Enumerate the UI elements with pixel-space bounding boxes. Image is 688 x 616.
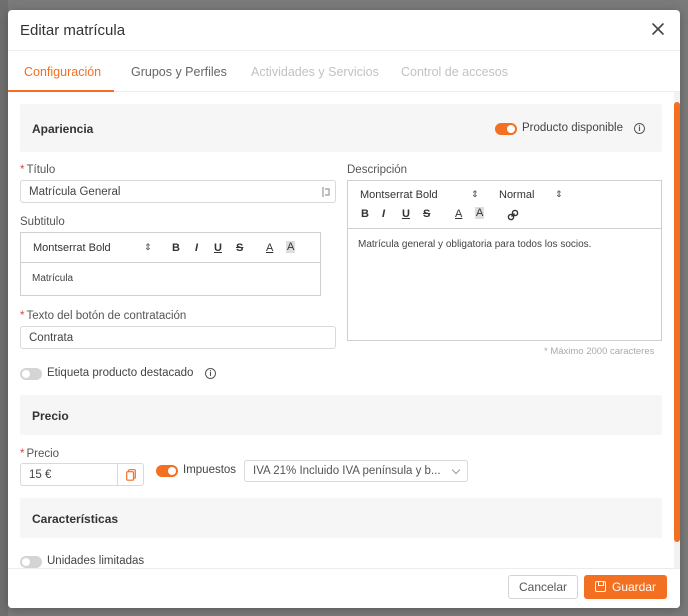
strikethrough-button[interactable]: S	[423, 208, 430, 220]
save-button-label: Guardar	[612, 580, 657, 594]
underline-button[interactable]: U	[214, 242, 222, 254]
modal-header: Editar matrícula	[8, 10, 680, 51]
close-icon[interactable]	[650, 21, 666, 37]
bold-button[interactable]: B	[172, 242, 180, 254]
descripcion-toolbar: Montserrat Bold ⇕ Normal ⇕ B I U S A A	[348, 181, 661, 229]
info-icon[interactable]: i	[205, 368, 216, 379]
info-icon[interactable]: i	[634, 123, 645, 134]
subtitulo-content[interactable]: Matrícula	[32, 273, 73, 284]
italic-button[interactable]: I	[382, 208, 385, 220]
precio-value: 15 €	[29, 469, 52, 481]
titulo-value: Matrícula General	[29, 186, 121, 198]
translate-icon[interactable]	[322, 185, 330, 197]
etiqueta-destacado-label: Etiqueta producto destacado	[47, 367, 194, 379]
precio-copy-button[interactable]	[117, 463, 144, 486]
descripcion-font-chevron-icon[interactable]: ⇕	[471, 189, 479, 200]
precio-label-text: Precio	[26, 448, 60, 460]
tab-actividades-servicios[interactable]: Actividades y Servicios	[251, 65, 379, 79]
boton-contratacion-label-text: Texto del botón de contratación	[26, 310, 187, 322]
titulo-input[interactable]: Matrícula General	[20, 180, 336, 203]
descripcion-font-select[interactable]: Montserrat Bold	[360, 189, 438, 201]
cancel-button[interactable]: Cancelar	[508, 575, 578, 599]
impuestos-toggle[interactable]	[156, 465, 178, 477]
subtitulo-toolbar: Montserrat Bold ⇕ B I U S A A	[21, 233, 320, 263]
background-color-button[interactable]: A	[475, 207, 485, 219]
section-title-caracteristicas: Características	[32, 512, 119, 526]
subtitulo-font-select[interactable]: Montserrat Bold	[33, 242, 111, 254]
etiqueta-destacado-toggle[interactable]	[20, 368, 42, 380]
edit-modal: Editar matrícula Configuración Grupos y …	[8, 10, 680, 608]
descripcion-editor: Montserrat Bold ⇕ Normal ⇕ B I U S A A M…	[347, 180, 662, 341]
tab-bar: Configuración Grupos y Perfiles Activida…	[8, 51, 680, 92]
descripcion-size-chevron-icon[interactable]: ⇕	[555, 189, 563, 200]
impuestos-value: IVA 21% Incluido IVA península y b...	[253, 465, 441, 477]
form-scroll-area: Apariencia Producto disponible i * Título…	[8, 92, 680, 568]
required-mark: *	[20, 164, 25, 176]
section-precio: Precio	[20, 395, 662, 435]
required-mark: *	[20, 310, 25, 322]
section-title-precio: Precio	[32, 409, 69, 423]
strikethrough-button[interactable]: S	[236, 242, 243, 254]
descripcion-hint: * Máximo 2000 caracteres	[544, 346, 655, 357]
unidades-limitadas-label: Unidades limitadas	[47, 555, 145, 567]
titulo-label-text: Título	[26, 164, 56, 176]
descripcion-content[interactable]: Matrícula general y obligatoria para tod…	[358, 239, 591, 250]
background-page	[0, 0, 8, 616]
section-caracteristicas: Características	[20, 498, 662, 538]
bold-button[interactable]: B	[361, 208, 369, 220]
subtitulo-editor: Montserrat Bold ⇕ B I U S A A Matrícula	[20, 232, 321, 296]
save-button[interactable]: Guardar	[584, 575, 667, 599]
producto-disponible-label: Producto disponible	[522, 122, 624, 134]
descripcion-size-select[interactable]: Normal	[499, 189, 534, 201]
text-color-button[interactable]: A	[455, 208, 462, 220]
boton-contratacion-input[interactable]: Contrata	[20, 326, 336, 349]
link-icon[interactable]	[507, 208, 519, 221]
producto-disponible-toggle[interactable]	[495, 123, 517, 135]
precio-label: * Precio	[20, 448, 59, 460]
underline-button[interactable]: U	[402, 208, 410, 220]
unidades-limitadas-toggle[interactable]	[20, 556, 42, 568]
required-mark: *	[20, 448, 25, 460]
impuestos-select[interactable]: IVA 21% Incluido IVA península y b...	[244, 460, 468, 482]
tab-control-accesos[interactable]: Control de accesos	[401, 65, 508, 79]
background-color-button[interactable]: A	[286, 241, 296, 253]
impuestos-label: Impuestos	[183, 464, 237, 476]
tab-configuracion[interactable]: Configuración	[24, 65, 101, 79]
titulo-label: * Título	[20, 164, 55, 176]
descripcion-label: Descripción	[347, 164, 408, 176]
boton-contratacion-value: Contrata	[29, 332, 74, 344]
copy-icon	[126, 469, 136, 481]
precio-input[interactable]: 15 €	[20, 463, 118, 486]
save-icon	[595, 581, 606, 592]
tab-grupos-perfiles[interactable]: Grupos y Perfiles	[131, 65, 227, 79]
subtitulo-font-chevron-icon[interactable]: ⇕	[144, 242, 152, 253]
scrollbar-thumb[interactable]	[674, 102, 680, 542]
italic-button[interactable]: I	[195, 242, 198, 254]
modal-title: Editar matrícula	[20, 22, 126, 39]
section-title-apariencia: Apariencia	[32, 122, 94, 136]
modal-footer: Cancelar Guardar	[8, 568, 680, 608]
text-color-button[interactable]: A	[266, 242, 273, 254]
subtitulo-label: Subtitulo	[20, 216, 65, 228]
section-apariencia: Apariencia Producto disponible i	[20, 104, 662, 152]
boton-contratacion-label: * Texto del botón de contratación	[20, 310, 186, 322]
